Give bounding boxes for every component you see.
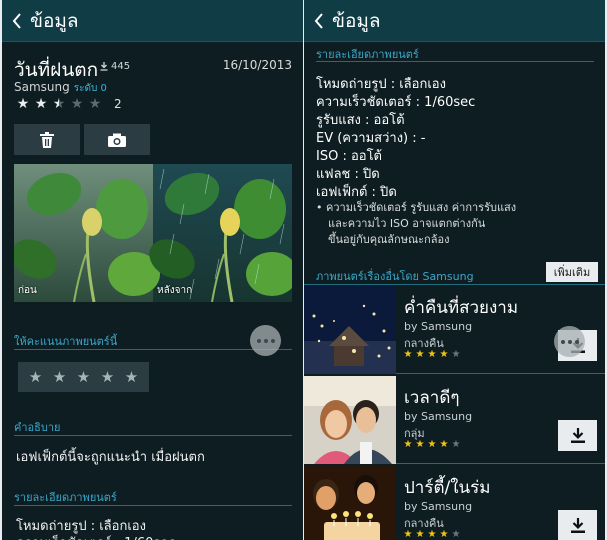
download-button[interactable] bbox=[558, 420, 597, 451]
detail-line: ความเร็วชัดเตอร์ : 1/60sec bbox=[16, 532, 175, 540]
item-title: ปาร์ตี้/ในร่ม bbox=[404, 478, 491, 498]
brand-row: Samsung ระดับ 0 bbox=[14, 80, 107, 96]
star-icon: ★ bbox=[403, 439, 413, 450]
download-count: 445 bbox=[100, 61, 130, 72]
wallpaper-date: 16/10/2013 bbox=[222, 58, 292, 72]
star-icon: ★ bbox=[415, 529, 425, 540]
item-rating: ★ ★ ★ ★ ★ bbox=[402, 439, 462, 451]
star-icon: ★ bbox=[427, 529, 437, 540]
divider bbox=[14, 505, 292, 506]
divider bbox=[304, 284, 605, 285]
description-heading: คำอธิบาย bbox=[14, 421, 61, 434]
rate-stars-input[interactable]: ★ ★ ★ ★ ★ bbox=[18, 362, 149, 392]
item-thumbnail bbox=[304, 376, 396, 464]
app-bar: ข้อมูล bbox=[304, 0, 605, 42]
item-title: เวลาดีๆ bbox=[404, 388, 460, 408]
app-bar: ข้อมูล bbox=[2, 0, 303, 42]
rate-section-heading: ให้คะแนนภาพยนตร์นี้ bbox=[14, 335, 118, 348]
star-icon: ★ bbox=[415, 349, 425, 360]
item-rating: ★ ★ ★ ★ ★ bbox=[402, 349, 462, 361]
download-button[interactable] bbox=[558, 510, 597, 540]
star-icon: ★ bbox=[439, 349, 449, 360]
see-more-button[interactable]: เพิ่มเติม bbox=[546, 262, 598, 282]
star-icon[interactable]: ★ bbox=[99, 370, 117, 385]
download-count-value: 445 bbox=[111, 61, 131, 72]
brand-name: Samsung bbox=[14, 80, 70, 94]
wallpaper-info-panel-right: ข้อมูล รายละเอียดภาพยนตร์ โหมดถ่ายรูป : … bbox=[304, 0, 605, 540]
star-icon: ★ bbox=[70, 96, 84, 112]
item-rating: ★ ★ ★ ★ ★ bbox=[402, 529, 462, 540]
star-icon: ★ bbox=[451, 349, 461, 360]
download-icon bbox=[100, 62, 108, 71]
rating-count: 2 bbox=[114, 97, 122, 111]
divider bbox=[14, 349, 292, 350]
star-icon: ★ bbox=[403, 349, 413, 360]
action-buttons bbox=[14, 124, 150, 155]
star-icon: ★ bbox=[439, 529, 449, 540]
star-icon[interactable]: ★ bbox=[123, 370, 141, 385]
star-icon: ★ bbox=[427, 349, 437, 360]
details-heading: รายละเอียดภาพยนตร์ bbox=[14, 491, 117, 504]
star-half-icon: ★ bbox=[50, 97, 68, 111]
star-icon: ★ bbox=[88, 96, 102, 112]
wallpaper-header: วันที่ฝนตก 445 16/10/2013 bbox=[14, 55, 292, 81]
rating-row: ★ ★ ★ ★ ★ 2 bbox=[14, 96, 122, 112]
app-bar-title[interactable]: ข้อมูล bbox=[332, 6, 381, 36]
delete-button[interactable] bbox=[14, 124, 80, 155]
more-options-icon[interactable] bbox=[554, 326, 585, 357]
chevron-left-icon[interactable] bbox=[10, 11, 24, 31]
star-icon[interactable]: ★ bbox=[51, 370, 69, 385]
item-thumbnail bbox=[304, 466, 396, 540]
star-icon: ★ bbox=[451, 529, 461, 540]
star-icon: ★ bbox=[427, 439, 437, 450]
download-icon bbox=[570, 518, 585, 533]
more-section-heading: ภาพยนตร์เรื่องอื่นโดย Samsung bbox=[316, 270, 474, 283]
item-author: by Samsung bbox=[404, 410, 473, 423]
star-icon: ★ bbox=[16, 96, 30, 112]
star-icon: ★ bbox=[403, 529, 413, 540]
star-icon: ★ bbox=[451, 439, 461, 450]
star-icon: ★ bbox=[34, 96, 48, 112]
divider bbox=[14, 435, 292, 436]
divider bbox=[316, 61, 594, 62]
star-icon[interactable]: ★ bbox=[75, 370, 93, 385]
list-item[interactable]: ค่ำคืนที่สวยงาม by Samsung กลางคืน ★ ★ ★ ★ ★ bbox=[304, 286, 605, 374]
wallpaper-info-panel-left: ข้อมูล วันที่ฝนตก 445 16/10/2013 Samsung… bbox=[2, 0, 303, 540]
after-label: หลังจาก bbox=[157, 285, 193, 296]
trash-icon bbox=[40, 131, 54, 148]
description-text: เอฟเฟ็กต์นี้จะถูกแนะนำ เมื่อฝนตก bbox=[16, 450, 205, 465]
item-author: by Samsung bbox=[404, 320, 473, 333]
item-title: ค่ำคืนที่สวยงาม bbox=[404, 298, 519, 318]
level-label: ระดับ 0 bbox=[73, 83, 107, 94]
chevron-left-icon[interactable] bbox=[312, 11, 326, 31]
list-item[interactable]: เวลาดีๆ by Samsung กลุ่ม ★ ★ ★ ★ ★ bbox=[304, 376, 605, 464]
list-item[interactable]: ปาร์ตี้/ในร่ม by Samsung กลางคืน ★ ★ ★ ★ ★ bbox=[304, 466, 605, 540]
item-author: by Samsung bbox=[404, 500, 473, 513]
star-icon[interactable]: ★ bbox=[27, 370, 45, 385]
preview-image bbox=[14, 164, 292, 302]
item-thumbnail bbox=[304, 286, 396, 374]
star-icon: ★ bbox=[415, 439, 425, 450]
app-bar-title[interactable]: ข้อมูล bbox=[30, 6, 79, 36]
more-options-icon[interactable] bbox=[250, 325, 281, 356]
before-after-preview[interactable]: ก่อน หลังจาก bbox=[14, 164, 292, 302]
detail-note: ขึ้นอยู่กับคุณลักษณะกล้อง bbox=[328, 233, 450, 246]
camera-icon bbox=[108, 133, 126, 147]
star-icon: ★ bbox=[439, 439, 449, 450]
download-icon bbox=[570, 428, 585, 443]
camera-button[interactable] bbox=[84, 124, 150, 155]
before-label: ก่อน bbox=[18, 285, 37, 296]
